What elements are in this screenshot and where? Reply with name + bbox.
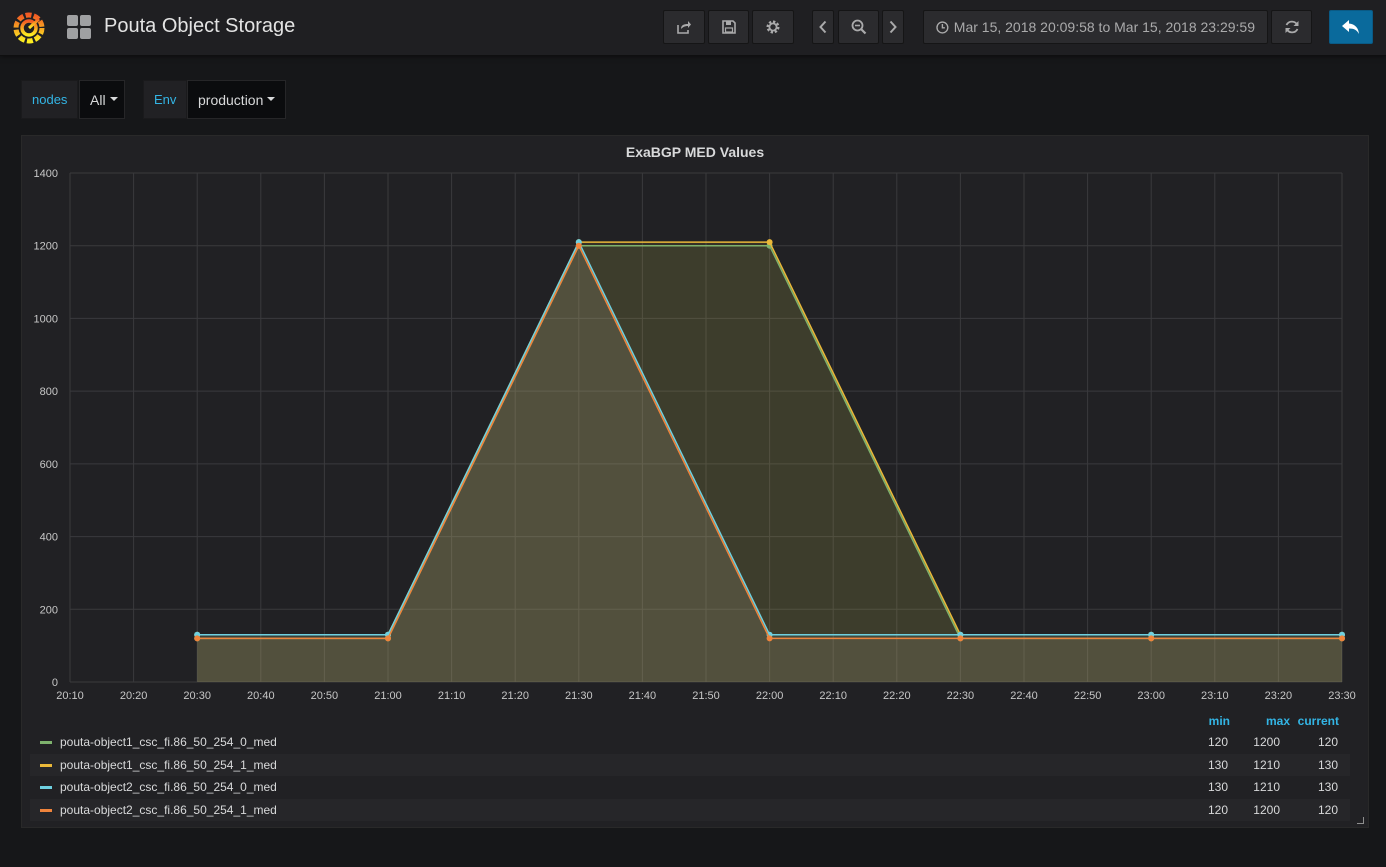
legend-series-name[interactable]: pouta-object1_csc_fi.86_50_254_1_med [60, 758, 277, 772]
chevron-left-icon [819, 20, 827, 34]
legend-min-value: 130 [1207, 780, 1228, 794]
y-tick-label: 400 [40, 532, 58, 544]
x-tick-label: 21:00 [374, 690, 402, 702]
legend-row[interactable]: pouta-object2_csc_fi.86_50_254_1_med 120… [30, 799, 1350, 821]
variable-nodes-label: nodes [21, 80, 78, 119]
legend-row[interactable]: pouta-object1_csc_fi.86_50_254_0_med 120… [30, 731, 1350, 753]
legend-row[interactable]: pouta-object1_csc_fi.86_50_254_1_med 130… [30, 754, 1350, 776]
legend-max-value: 1200 [1253, 803, 1280, 817]
x-tick-label: 22:00 [756, 690, 784, 702]
x-tick-label: 22:20 [883, 690, 911, 702]
legend-current-header[interactable]: current [1288, 714, 1339, 728]
save-dashboard-button[interactable] [708, 10, 749, 44]
x-tick-label: 23:10 [1201, 690, 1229, 702]
series-area-1 [197, 242, 1343, 682]
time-range-label: Mar 15, 2018 20:09:58 to Mar 15, 2018 23… [953, 19, 1255, 35]
legend-min-value: 120 [1207, 735, 1228, 749]
data-point [1148, 635, 1155, 642]
x-tick-label: 22:30 [947, 690, 975, 702]
x-tick-label: 20:20 [120, 690, 148, 702]
refresh-button[interactable] [1271, 10, 1312, 44]
chevron-down-icon [267, 96, 276, 101]
y-tick-label: 1400 [34, 168, 58, 180]
panel-resize-handle[interactable] [1357, 817, 1364, 824]
legend-current-value: 130 [1317, 780, 1338, 794]
x-tick-label: 21:30 [565, 690, 593, 702]
settings-button[interactable] [752, 10, 794, 44]
dashboard-title[interactable]: Pouta Object Storage [104, 15, 295, 38]
x-tick-label: 20:50 [311, 690, 339, 702]
zoom-out-icon [851, 19, 866, 35]
legend-max-value: 1210 [1253, 780, 1280, 794]
data-point [1339, 635, 1345, 642]
x-tick-label: 23:30 [1328, 690, 1356, 702]
legend-min-header[interactable]: min [1190, 714, 1230, 728]
legend-series-name[interactable]: pouta-object2_csc_fi.86_50_254_1_med [60, 803, 277, 817]
x-tick-label: 22:40 [1010, 690, 1038, 702]
variable-env-value: production [198, 91, 264, 108]
data-point [766, 635, 773, 642]
legend-color-swatch[interactable] [40, 741, 52, 744]
variable-env-label: Env [143, 80, 187, 119]
legend-current-value: 120 [1317, 735, 1338, 749]
x-tick-label: 21:50 [692, 690, 720, 702]
legend-color-swatch[interactable] [40, 764, 52, 767]
y-tick-label: 800 [40, 386, 58, 398]
x-tick-label: 21:10 [438, 690, 466, 702]
y-tick-label: 1000 [34, 313, 58, 325]
x-tick-label: 22:50 [1074, 690, 1102, 702]
graph-panel: ExaBGP MED Values 0 200 400 600 800 1000 1200 1… [21, 135, 1369, 828]
legend-row[interactable]: pouta-object2_csc_fi.86_50_254_0_med 130… [30, 776, 1350, 798]
legend-max-value: 1210 [1253, 758, 1280, 772]
clock-icon [936, 20, 949, 34]
variable-env-select[interactable]: production [187, 80, 286, 119]
grafana-logo-icon[interactable] [12, 10, 46, 44]
data-point [194, 635, 201, 642]
exabgp-med-graph[interactable]: 0 200 400 600 800 1000 1200 1400 20:10 20:20 20:30… [22, 136, 1368, 711]
data-point [766, 239, 773, 246]
time-shift-forward-button[interactable] [882, 10, 904, 44]
share-button[interactable] [663, 10, 705, 44]
time-range-picker[interactable]: Mar 15, 2018 20:09:58 to Mar 15, 2018 23… [923, 10, 1268, 44]
x-tick-label: 21:40 [629, 690, 657, 702]
settings-icon [766, 20, 780, 34]
share-icon [677, 21, 691, 34]
data-point [385, 635, 391, 642]
legend-current-value: 130 [1317, 758, 1338, 772]
legend-min-value: 130 [1207, 758, 1228, 772]
variable-nodes-select[interactable]: All [79, 80, 125, 119]
x-tick-label: 20:40 [247, 690, 275, 702]
time-shift-back-button[interactable] [812, 10, 834, 44]
x-tick-label: 23:20 [1265, 690, 1293, 702]
chevron-down-icon [109, 96, 118, 101]
x-tick-label: 22:10 [819, 690, 847, 702]
dashboard-grid-icon[interactable] [67, 15, 92, 40]
y-tick-label: 1200 [34, 241, 58, 253]
x-tick-label: 23:00 [1137, 690, 1165, 702]
legend-min-value: 120 [1207, 803, 1228, 817]
legend-color-swatch[interactable] [40, 786, 52, 789]
data-point [957, 635, 964, 642]
variable-nodes-value: All [90, 91, 106, 108]
data-point [575, 242, 582, 249]
y-tick-label: 0 [52, 677, 58, 689]
refresh-icon [1285, 20, 1298, 34]
y-tick-label: 200 [40, 604, 58, 616]
back-arrow-icon [1342, 20, 1359, 34]
x-tick-label: 20:10 [56, 690, 84, 702]
save-icon [721, 20, 736, 34]
back-to-dashboard-button[interactable] [1329, 10, 1373, 44]
y-tick-label: 600 [40, 459, 58, 471]
x-tick-label: 21:20 [501, 690, 529, 702]
legend-max-value: 1200 [1253, 735, 1280, 749]
legend-series-name[interactable]: pouta-object2_csc_fi.86_50_254_0_med [60, 780, 277, 794]
legend-series-name[interactable]: pouta-object1_csc_fi.86_50_254_0_med [60, 735, 277, 749]
legend-color-swatch[interactable] [40, 809, 52, 812]
chevron-right-icon [889, 20, 897, 34]
zoom-out-button[interactable] [838, 10, 879, 44]
x-tick-label: 20:30 [183, 690, 211, 702]
legend-current-value: 120 [1317, 803, 1338, 817]
legend-max-header[interactable]: max [1240, 714, 1290, 728]
top-navbar: Pouta Object Storage Mar 15, 2018 20:09:… [0, 0, 1386, 56]
